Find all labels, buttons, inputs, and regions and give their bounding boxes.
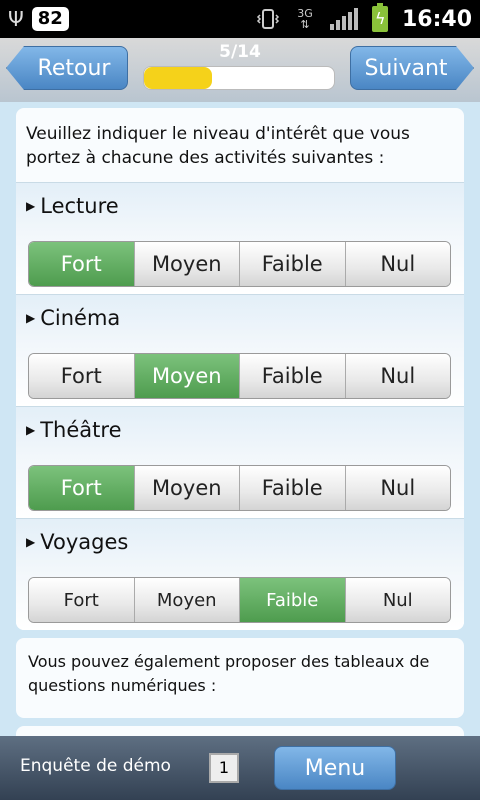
- expand-triangle-icon: ▶: [26, 535, 36, 549]
- activity-label: Théâtre: [40, 418, 122, 442]
- activity-section-2: ▶ Théâtre Fort Moyen Faible Nul: [16, 406, 464, 518]
- option-fort-button[interactable]: Fort: [29, 578, 135, 622]
- activity-label: Lecture: [40, 194, 119, 218]
- option-faible-button[interactable]: Faible: [240, 354, 346, 398]
- activity-header[interactable]: ▶ Cinéma: [16, 295, 464, 341]
- option-fort-button[interactable]: Fort: [29, 466, 135, 510]
- question-text: Veuillez indiquer le niveau d'intérêt qu…: [26, 124, 410, 168]
- signal-icon: [329, 8, 358, 30]
- expand-triangle-icon: ▶: [26, 423, 36, 437]
- option-nul-button[interactable]: Nul: [345, 354, 450, 398]
- info-card: Vous pouvez également proposer des table…: [16, 638, 464, 718]
- back-button[interactable]: Retour: [6, 46, 128, 90]
- progress-label: 5/14: [219, 42, 261, 62]
- option-nul-button[interactable]: Nul: [345, 466, 450, 510]
- activity-label: Cinéma: [40, 306, 121, 330]
- progress-fill: [144, 67, 212, 89]
- activity-section-3: ▶ Voyages Fort Moyen Faible Nul: [16, 518, 464, 630]
- footer-bar: Enquête de démo 1 Menu: [0, 736, 480, 800]
- page-indicator[interactable]: 1: [209, 753, 239, 783]
- activity-header[interactable]: ▶ Lecture: [16, 183, 464, 229]
- notification-badge: 82: [31, 7, 69, 31]
- activity-section-1: ▶ Cinéma Fort Moyen Faible Nul: [16, 294, 464, 406]
- menu-button[interactable]: Menu: [274, 746, 396, 790]
- question-card: Veuillez indiquer le niveau d'intérêt qu…: [16, 108, 464, 630]
- clock: 16:40: [401, 6, 472, 32]
- option-faible-button[interactable]: Faible: [240, 466, 346, 510]
- info-text: Vous pouvez également proposer des table…: [28, 652, 430, 695]
- vibrate-icon: [256, 9, 280, 29]
- interest-segmented-control: Fort Moyen Faible Nul: [28, 353, 451, 399]
- status-bar: Ψ 82 3G ⇅ ϟ 16:40: [0, 0, 480, 38]
- option-nul-button[interactable]: Nul: [345, 578, 450, 622]
- next-button[interactable]: Suivant: [350, 46, 474, 90]
- usb-icon: Ψ: [8, 7, 24, 31]
- interest-segmented-control: Fort Moyen Faible Nul: [28, 577, 451, 623]
- survey-content[interactable]: Veuillez indiquer le niveau d'intérêt qu…: [0, 102, 480, 736]
- activity-section-0: ▶ Lecture Fort Moyen Faible Nul: [16, 182, 464, 294]
- option-nul-button[interactable]: Nul: [345, 242, 450, 286]
- option-moyen-button[interactable]: Moyen: [134, 242, 240, 286]
- activity-header[interactable]: ▶ Théâtre: [16, 407, 464, 453]
- interest-segmented-control: Fort Moyen Faible Nul: [28, 241, 451, 287]
- activity-label: Voyages: [40, 530, 129, 554]
- activity-header[interactable]: ▶ Voyages: [16, 519, 464, 565]
- progress-bar: [143, 66, 335, 90]
- option-moyen-button[interactable]: Moyen: [134, 354, 240, 398]
- next-card: [16, 726, 464, 736]
- option-moyen-button[interactable]: Moyen: [134, 466, 240, 510]
- option-moyen-button[interactable]: Moyen: [134, 578, 240, 622]
- expand-triangle-icon: ▶: [26, 199, 36, 213]
- expand-triangle-icon: ▶: [26, 311, 36, 325]
- option-faible-button[interactable]: Faible: [240, 578, 346, 622]
- battery-charging-icon: ϟ: [371, 3, 388, 32]
- network-3g-icon: 3G ⇅: [294, 8, 316, 30]
- option-faible-button[interactable]: Faible: [240, 242, 346, 286]
- option-fort-button[interactable]: Fort: [29, 242, 135, 286]
- interest-segmented-control: Fort Moyen Faible Nul: [28, 465, 451, 511]
- option-fort-button[interactable]: Fort: [29, 354, 135, 398]
- survey-name: Enquête de démo: [20, 756, 171, 776]
- survey-header: Retour 5/14 Suivant: [0, 38, 480, 102]
